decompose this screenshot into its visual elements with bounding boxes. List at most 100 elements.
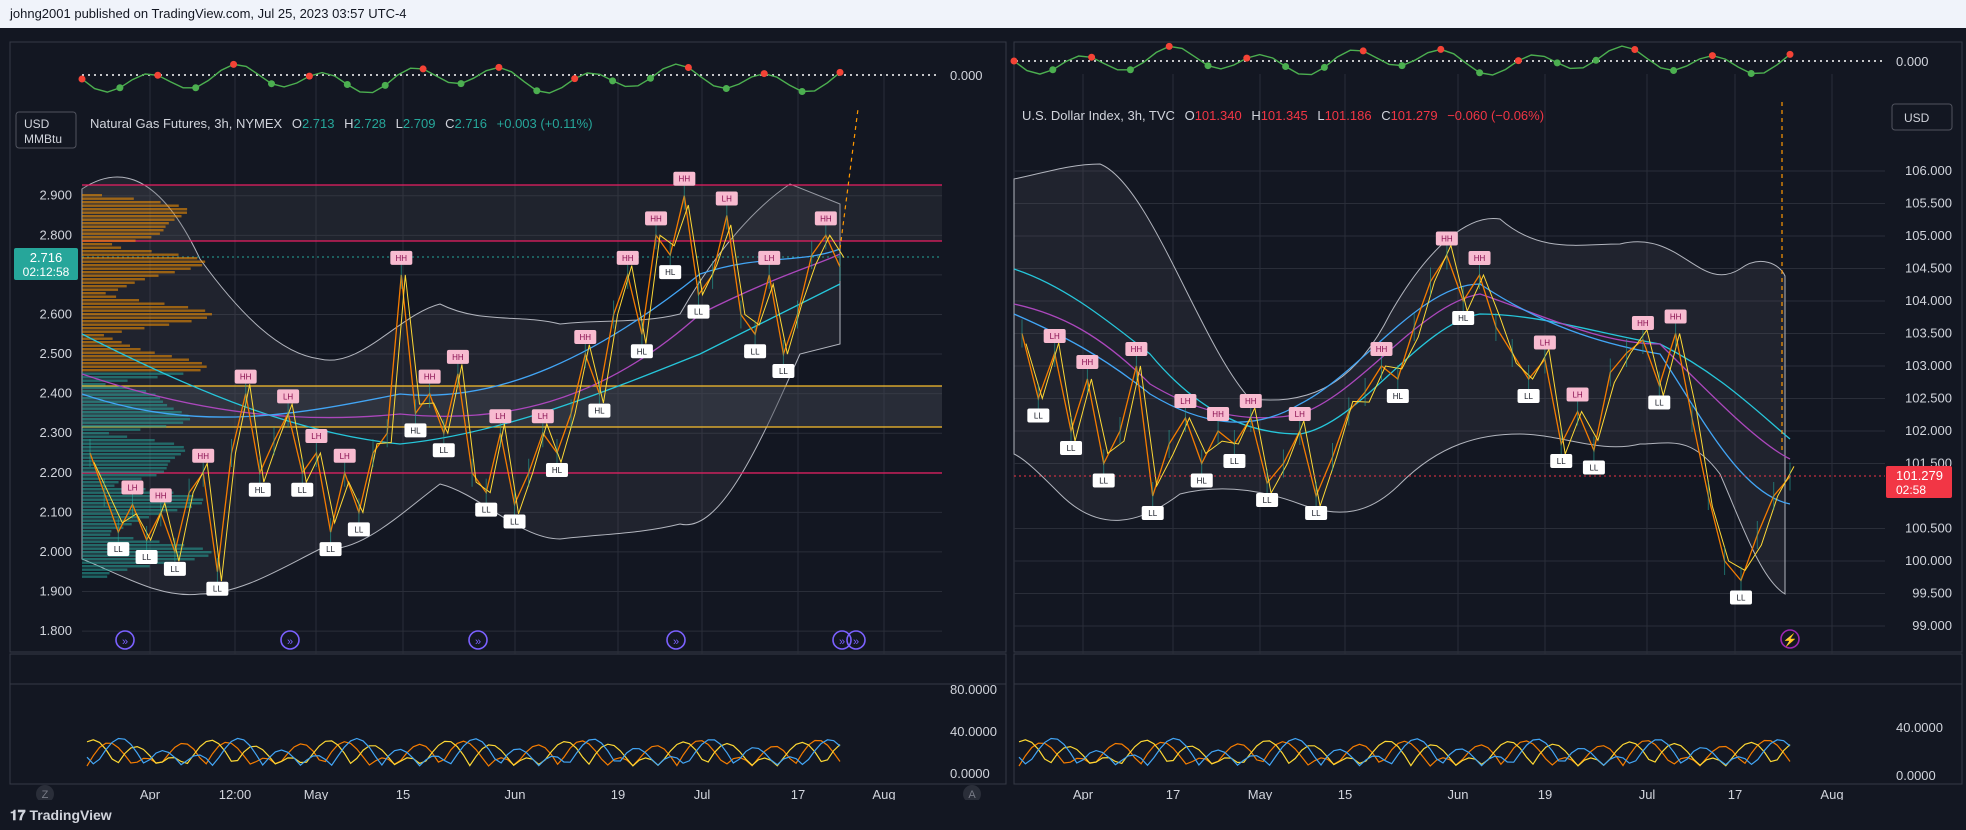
osc-dot [722,85,730,93]
y-tick-label: 2.500 [39,346,72,361]
volume-profile-bar [82,337,113,340]
osc-dot [1126,66,1134,74]
volume-profile-bar [82,369,201,372]
y-tick-label: 103.000 [1905,358,1952,373]
swing-label: HL [552,466,563,475]
y-tick-label: 99.000 [1912,618,1952,633]
left-countdown: 02:12:58 [23,265,70,279]
osc-dot [1088,53,1096,61]
volume-profile-bar [82,428,141,431]
osc-dot [192,84,200,92]
publisher-text: johng2001 published on TradingView.com, … [10,6,407,21]
y-tick-label: 2.000 [39,544,72,559]
volume-profile-bar [82,215,182,218]
volume-profile-bar [82,407,174,410]
osc-dot [1437,45,1445,53]
osc-dot [760,70,768,78]
swing-label: HH [820,214,832,223]
osc-dot [836,68,844,76]
y-tick-label: 104.500 [1905,261,1952,276]
y-tick-label: 105.500 [1905,196,1952,211]
swing-label: LL [1589,464,1598,473]
volume-profile-bar [82,537,134,540]
swing-label: LH [1180,397,1190,406]
osc-dot [1592,56,1600,64]
osc-dot [1204,62,1212,70]
osc-dot [1670,67,1678,75]
volume-profile-bar [82,250,152,253]
volume-profile-bar [82,264,203,267]
tv-icon: 𝟏𝟕 [10,807,30,823]
right-legend: U.S. Dollar Index, 3h, TVC O101.340 H101… [1022,108,1544,123]
volume-profile-bar [82,222,169,225]
y-tick-label: 103.500 [1905,326,1952,341]
volume-profile-bar [82,474,157,477]
swing-label: LL [510,517,519,526]
volume-profile-bar [82,365,207,368]
volume-profile-bar [82,281,135,284]
volume-profile-bar [82,257,198,260]
chart-canvas[interactable]: LL LH LL HH LL HH LL HH HL LH LL LH LL LH LL HH HL HH LL HH… [0,28,1966,828]
volume-profile-bar [82,568,128,571]
right-countdown: 02:58 [1896,483,1926,497]
swing-label: LL [779,367,788,376]
swing-label: LH [538,412,548,421]
swing-label: HL [1393,392,1404,401]
volume-profile-bar [82,278,145,281]
swing-label: LL [1230,457,1239,466]
osc-dot [1010,57,1018,65]
right-lower-tick-0: 0.0000 [1896,768,1936,783]
left-unit-1: USD [24,117,50,131]
volume-profile-bar [82,327,145,330]
left-lower-tick-80: 80.0000 [950,682,997,697]
publisher-bar: johng2001 published on TradingView.com, … [0,0,1966,28]
volume-profile-bar [82,316,208,319]
volume-profile-bar [82,435,128,438]
swing-label: HH [1474,254,1486,263]
swing-label: LH [1050,332,1060,341]
y-tick-label: 2.900 [39,188,72,203]
volume-profile-bar [82,575,108,578]
swing-label: LL [694,308,703,317]
volume-profile-bar [82,320,192,323]
volume-profile-bar [82,218,175,221]
left-lower-tick-0: 0.0000 [950,766,990,781]
y-tick-label: 2.400 [39,386,72,401]
osc-dot [154,71,162,79]
volume-profile-bar [82,246,122,249]
osc-dot [1553,59,1561,67]
volume-profile-bar [82,565,150,568]
osc-dot [684,64,692,72]
osc-dot [381,81,389,89]
swing-label: HL [637,347,648,356]
footer-brand: TradingView [29,807,112,823]
y-tick-label: 2.300 [39,425,72,440]
swing-label: LL [1655,399,1664,408]
volume-profile-bar [82,211,187,214]
volume-profile-bar [82,432,109,435]
swing-label: HH [580,333,592,342]
osc-dot [533,87,541,95]
volume-profile-bar [82,505,193,508]
swing-label: LL [751,347,760,356]
volume-profile-bar [82,477,142,480]
osc-dot [1786,50,1794,58]
forward-arrow-icon: » [853,636,859,648]
tradingview-logo[interactable]: 𝟏𝟕 TradingView [10,800,112,830]
swing-label: LL [1557,457,1566,466]
volume-profile-bar [82,309,206,312]
right-osc-zero-label: 0.000 [1896,54,1929,69]
swing-label: HH [396,254,408,263]
swing-label: LL [1524,392,1533,401]
volume-profile-bar [82,425,167,428]
y-tick-label: 99.500 [1912,586,1952,601]
osc-dot [571,75,579,83]
volume-profile-bar [82,271,175,274]
volume-profile-bar [82,383,106,386]
swing-label: LL [298,486,307,495]
volume-profile-bar [82,547,203,550]
osc-dot [116,84,124,92]
y-tick-label: 100.500 [1905,521,1952,536]
volume-profile-bar [82,204,179,207]
swing-label: LL [482,506,491,515]
